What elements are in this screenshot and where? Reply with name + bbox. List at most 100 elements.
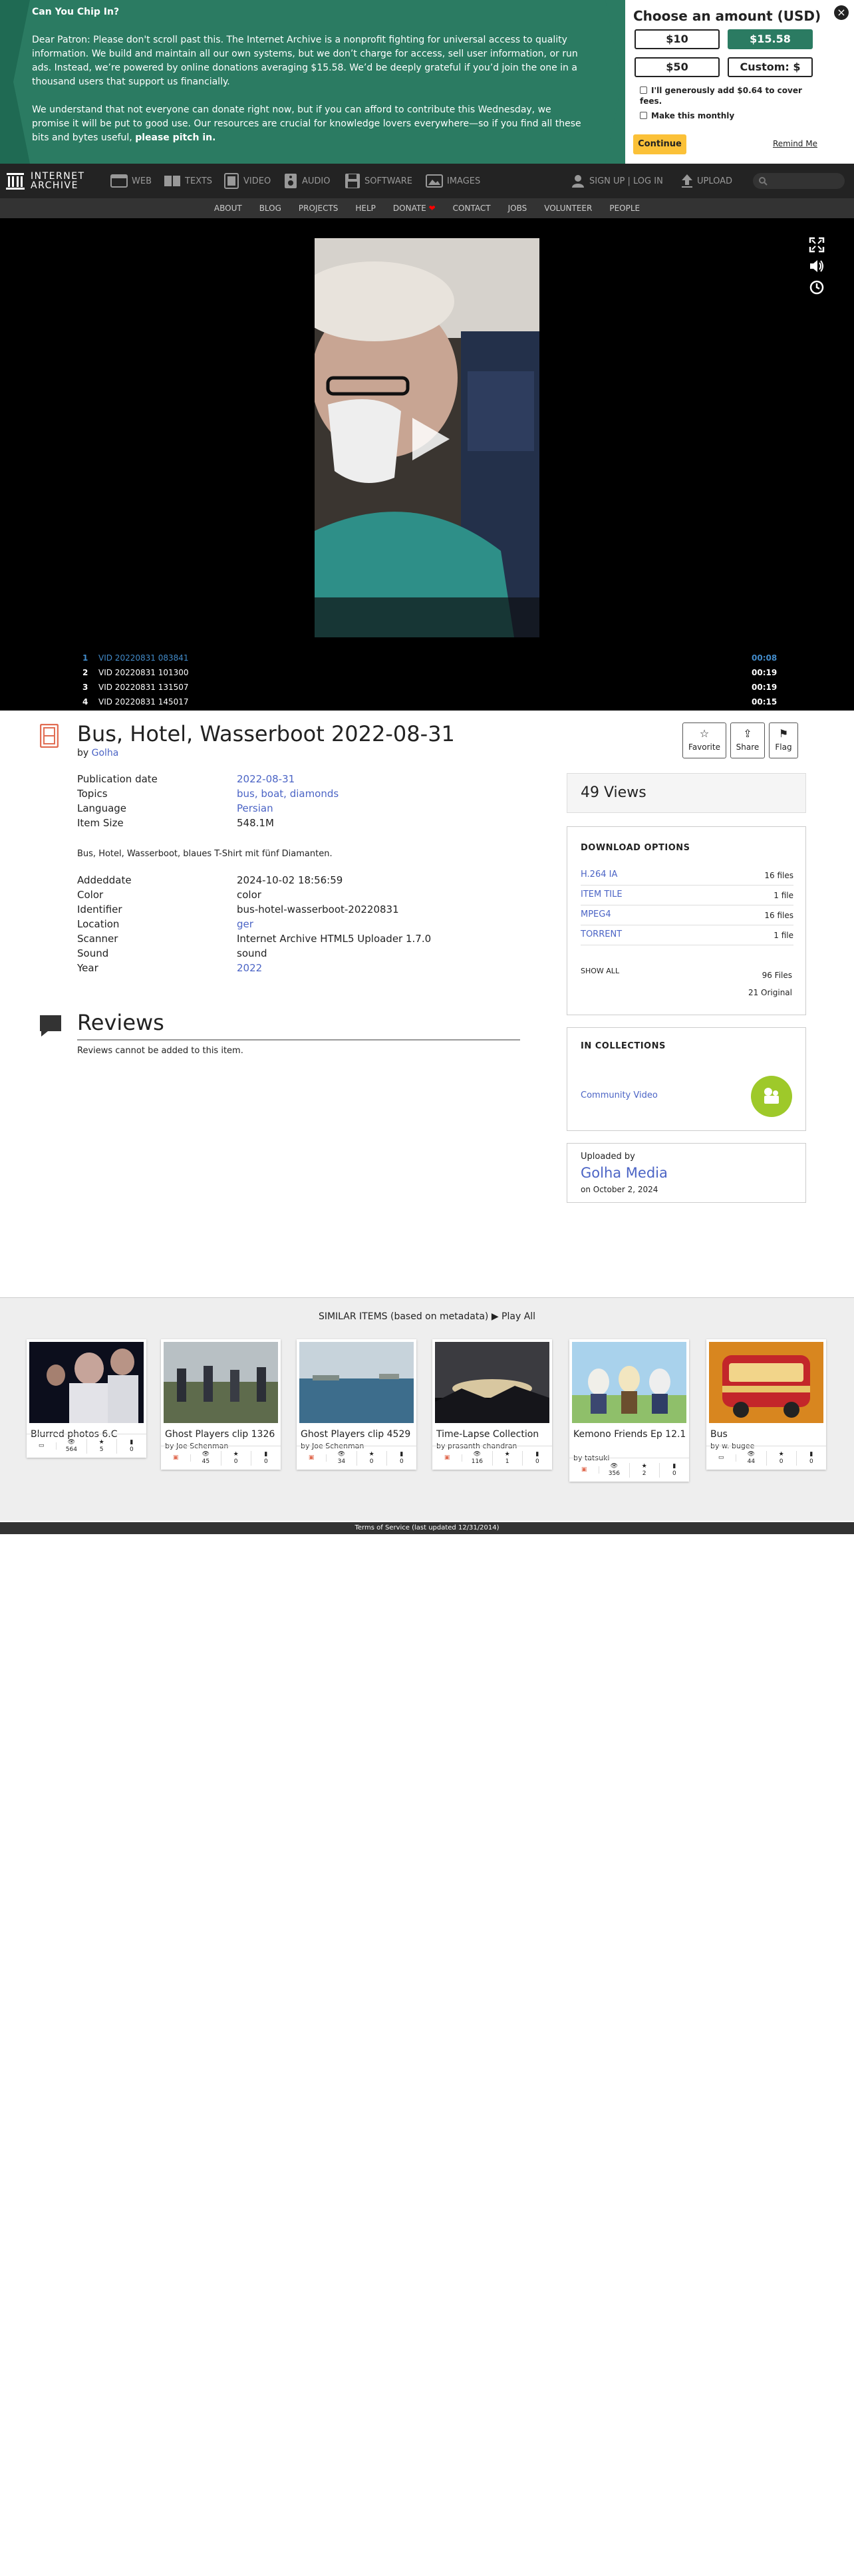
- subnav-contact[interactable]: CONTACT: [444, 198, 499, 218]
- nav-texts-label: TEXTS: [185, 176, 213, 186]
- star-icon: ★: [641, 1462, 647, 1470]
- nav-images[interactable]: IMAGES: [426, 164, 480, 198]
- signup-login-link[interactable]: SIGN UP | LOG IN: [571, 164, 663, 198]
- monthly-checkbox[interactable]: Make this monthly: [640, 110, 813, 121]
- nav-texts[interactable]: TEXTS: [164, 164, 212, 198]
- subnav-people[interactable]: PEOPLE: [601, 198, 648, 218]
- checkbox-box[interactable]: [640, 86, 647, 94]
- terms-of-service-link[interactable]: Terms of Service (last updated 12/31/201…: [0, 1522, 854, 1534]
- logo-text: INTERNET ARCHIVE: [31, 172, 85, 190]
- views-stat: 👁 45: [191, 1450, 221, 1466]
- reviews-stat: ▮ 0: [660, 1463, 689, 1478]
- item-stats: ▣ 👁 356 ★ 2 ▮ 0: [569, 1458, 689, 1482]
- download-link[interactable]: MPEG4: [581, 909, 611, 919]
- metadata-key: Sound: [77, 947, 109, 959]
- close-icon[interactable]: ×: [834, 5, 849, 20]
- share-button[interactable]: ⇪ Share: [730, 723, 765, 758]
- subnav-projects[interactable]: PROJECTS: [290, 198, 347, 218]
- views-count: 564: [65, 1446, 77, 1453]
- favorite-button[interactable]: ☆ Favorite: [682, 723, 726, 758]
- track-title: VID 20220831 131507: [98, 683, 189, 692]
- metadata-value-link[interactable]: Persian: [237, 802, 273, 814]
- star-icon: ★: [504, 1450, 510, 1458]
- download-row: H.264 IA 16 files: [581, 866, 793, 886]
- show-all-link[interactable]: SHOW ALL: [581, 967, 619, 975]
- clock-icon[interactable]: [809, 279, 825, 295]
- nav-software-label: SOFTWARE: [364, 176, 412, 186]
- cover-fees-checkbox[interactable]: I'll generously add $0.64 to cover fees.: [640, 85, 813, 106]
- metadata-value-link[interactable]: 2022-08-31: [237, 773, 295, 785]
- star-icon: ★: [778, 1450, 784, 1458]
- amount-15-58-button[interactable]: $15.58: [728, 29, 813, 49]
- playlist-item[interactable]: 3 VID 20220831 131507 00:19: [0, 683, 854, 697]
- download-link[interactable]: TORRENT: [581, 929, 622, 939]
- nav-software[interactable]: SOFTWARE: [345, 164, 412, 198]
- metadata-value-link[interactable]: ger: [237, 918, 253, 930]
- film-icon: ▣: [569, 1466, 600, 1474]
- amount-10-button[interactable]: $10: [635, 29, 720, 49]
- views-count: 116: [471, 1458, 483, 1465]
- nav-video[interactable]: VIDEO: [223, 164, 271, 198]
- flag-icon: ⚑: [778, 727, 789, 740]
- similar-items-label: SIMILAR ITEMS (based on metadata): [318, 1311, 489, 1322]
- amount-50-button[interactable]: $50: [635, 57, 720, 77]
- custom-amount-input[interactable]: Custom: $: [728, 57, 813, 77]
- video-player[interactable]: [315, 238, 539, 637]
- volume-icon[interactable]: [809, 258, 825, 274]
- download-link[interactable]: H.264 IA: [581, 870, 617, 880]
- subnav-jobs[interactable]: JOBS: [499, 198, 536, 218]
- download-link[interactable]: ITEM TILE: [581, 889, 623, 899]
- play-icon[interactable]: [412, 418, 450, 460]
- subnav-donate-label: DONATE: [392, 204, 426, 213]
- monthly-label: Make this monthly: [651, 111, 735, 120]
- similar-item-tile[interactable]: Ghost Players clip 1326 by Joe Schenman …: [161, 1339, 281, 1470]
- collection-link[interactable]: Community Video: [581, 1090, 658, 1100]
- similar-item-tile[interactable]: Bus by w. bugee ▭ 👁 44 ★ 0 ▮ 0: [706, 1339, 826, 1470]
- subnav-about[interactable]: ABOUT: [206, 198, 251, 218]
- thumbnail-image: [299, 1342, 414, 1423]
- author-link[interactable]: Golha: [92, 748, 119, 758]
- community-video-icon[interactable]: [751, 1076, 792, 1117]
- playlist-item[interactable]: 4 VID 20220831 145017 00:15: [0, 697, 854, 712]
- metadata-value: bus-hotel-wasserboot-20220831: [237, 903, 399, 915]
- eye-icon: 👁: [202, 1450, 210, 1458]
- similar-item-tile[interactable]: Blurred photos 6.C ▭ 👁 564 ★ 5 ▮ 0: [27, 1339, 146, 1458]
- metadata-value-link[interactable]: 2022: [237, 962, 262, 974]
- metadata-value-link[interactable]: bus, boat, diamonds: [237, 788, 339, 800]
- download-options-title: DOWNLOAD OPTIONS: [581, 843, 690, 853]
- uploader-link[interactable]: Golha Media: [581, 1165, 668, 1181]
- subnav-help[interactable]: HELP: [347, 198, 384, 218]
- track-duration: 00:08: [752, 653, 778, 663]
- subnav-donate[interactable]: DONATE ❤: [384, 198, 444, 218]
- nav-audio[interactable]: AUDIO: [283, 164, 331, 198]
- metadata-value: color: [237, 889, 261, 901]
- flag-button[interactable]: ⚑ Flag: [769, 723, 798, 758]
- original-files: 21 Original: [748, 988, 792, 997]
- subnav-volunteer[interactable]: VOLUNTEER: [535, 198, 601, 218]
- film-icon: [40, 724, 59, 748]
- checkbox-box[interactable]: [640, 112, 647, 119]
- search-input[interactable]: [753, 173, 845, 189]
- similar-item-tile[interactable]: Kemono Friends Ep 12.1 by tatsuki ▣ 👁 356…: [569, 1339, 689, 1482]
- play-all-link[interactable]: ▶ Play All: [492, 1311, 535, 1322]
- upload-link[interactable]: UPLOAD: [681, 164, 732, 198]
- flag-label: Flag: [775, 742, 792, 752]
- item-thumbnail: [29, 1342, 144, 1423]
- nav-video-label: VIDEO: [243, 176, 271, 186]
- subnav-blog[interactable]: BLOG: [251, 198, 290, 218]
- views-count: 44: [747, 1458, 756, 1465]
- similar-item-tile[interactable]: Time-Lapse Collection by prasanth chandr…: [432, 1339, 552, 1470]
- total-files: 96 Files: [762, 971, 792, 980]
- internet-archive-logo[interactable]: INTERNET ARCHIVE: [5, 169, 85, 193]
- continue-button[interactable]: Continue: [633, 134, 686, 154]
- reviews-divider: [77, 1039, 520, 1041]
- remind-me-link[interactable]: Remind Me: [773, 139, 817, 148]
- similar-items: SIMILAR ITEMS (based on metadata) ▶ Play…: [0, 1297, 854, 1521]
- playlist-item[interactable]: 1 VID 20220831 083841 00:08: [0, 653, 854, 668]
- nav-web[interactable]: WEB: [110, 164, 152, 198]
- metadata-row: Year 2022: [77, 962, 262, 974]
- playlist-item[interactable]: 2 VID 20220831 101300 00:19: [0, 668, 854, 683]
- reviews-stat: ▮ 0: [117, 1439, 146, 1454]
- fullscreen-icon[interactable]: [809, 237, 825, 253]
- similar-item-tile[interactable]: Ghost Players clip 4529 by Joe Schenman …: [297, 1339, 416, 1470]
